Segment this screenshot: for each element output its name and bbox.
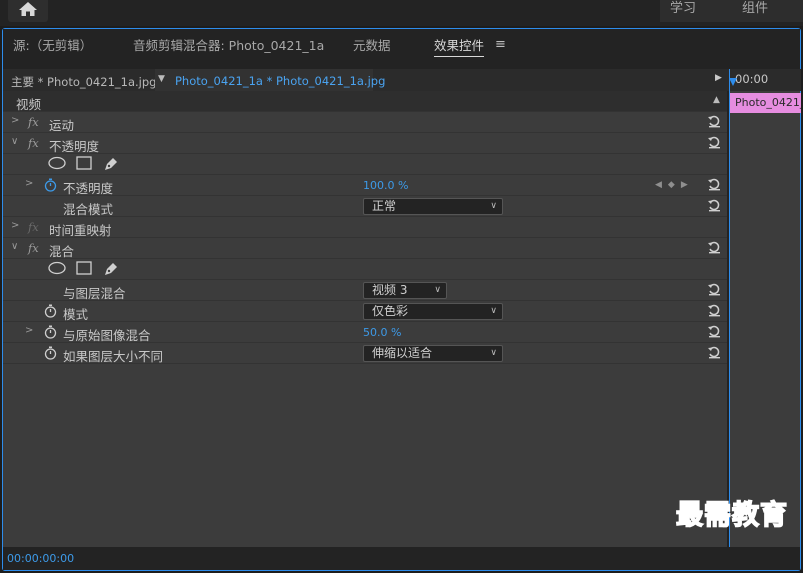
fx-icon[interactable]: fx bbox=[28, 136, 39, 150]
collapse-up-icon[interactable]: ▲ bbox=[713, 95, 720, 105]
home-button[interactable] bbox=[8, 0, 48, 22]
timeline-clip[interactable]: Photo_0421_1a bbox=[730, 93, 801, 113]
effect-controls-panel: 源:（无剪辑） 音频剪辑混合器: Photo_0421_1a 元数据 效果控件 … bbox=[2, 28, 801, 571]
param-blend-layer-label: 与图层混合 bbox=[63, 286, 126, 301]
mask-tools-blend bbox=[3, 259, 727, 280]
effect-motion-label: 运动 bbox=[49, 118, 75, 133]
chevron-down-icon[interactable]: ∨ bbox=[11, 241, 18, 252]
reset-icon[interactable] bbox=[707, 114, 721, 128]
effect-row-blend[interactable]: ∨ fx 混合 bbox=[3, 238, 727, 259]
reset-icon[interactable] bbox=[707, 345, 721, 359]
home-icon bbox=[19, 2, 37, 16]
section-video-label: 视频 bbox=[16, 97, 42, 112]
stopwatch-icon[interactable] bbox=[44, 346, 57, 360]
effect-row-time-remap[interactable]: > fx 时间重映射 bbox=[3, 217, 727, 238]
chevron-down-icon: ∨ bbox=[434, 285, 441, 295]
mode-select-value: 仅色彩 bbox=[372, 304, 409, 318]
chevron-down-icon: ∨ bbox=[490, 201, 497, 211]
param-opacity-label: 不透明度 bbox=[63, 181, 114, 196]
blend-mode-select[interactable]: 正常 ∨ bbox=[363, 198, 503, 215]
chevron-right-icon[interactable]: > bbox=[25, 325, 33, 336]
timeline-timecode: 00:00 bbox=[735, 72, 769, 86]
effect-row-opacity[interactable]: ∨ fx 不透明度 bbox=[3, 133, 727, 154]
chevron-right-icon[interactable]: > bbox=[25, 178, 33, 189]
effect-blend-label: 混合 bbox=[49, 244, 75, 259]
param-row-mode[interactable]: 模式 仅色彩 ∨ bbox=[3, 301, 727, 322]
section-video[interactable]: 视频 ▲ bbox=[3, 91, 727, 112]
reset-icon[interactable] bbox=[707, 135, 721, 149]
panel-footer: 00:00:00:00 bbox=[3, 547, 800, 570]
param-row-opacity[interactable]: > 不透明度 100.0 % ◀◆▶ bbox=[3, 175, 727, 196]
stopwatch-icon[interactable] bbox=[44, 325, 57, 339]
tab-audio-clip-mixer[interactable]: 音频剪辑混合器: Photo_0421_1a bbox=[133, 35, 324, 54]
effects-list: 主要 * Photo_0421_1a.jpg ▼ Photo_0421_1a *… bbox=[3, 69, 800, 547]
pen-mask-icon[interactable] bbox=[103, 156, 119, 175]
timeline-ruler[interactable]: ▶ 00:00 bbox=[715, 69, 801, 91]
param-row-layer-size[interactable]: 如果图层大小不同 伸缩以适合 ∨ bbox=[3, 343, 727, 364]
chevron-right-icon[interactable]: > bbox=[11, 220, 19, 231]
layer-size-select[interactable]: 伸缩以适合 ∨ bbox=[363, 345, 503, 362]
workspace-bar: 学习 组件 bbox=[0, 0, 803, 26]
pen-mask-icon[interactable] bbox=[103, 261, 119, 280]
keyframe-navigator[interactable]: ◀◆▶ bbox=[655, 180, 694, 190]
stopwatch-icon[interactable] bbox=[44, 304, 57, 318]
clip-header: 主要 * Photo_0421_1a.jpg ▼ Photo_0421_1a *… bbox=[3, 69, 800, 91]
panel-menu-icon[interactable]: ≡ bbox=[495, 37, 506, 52]
chevron-down-icon: ∨ bbox=[490, 348, 497, 358]
param-blend-mode-label: 混合模式 bbox=[63, 202, 114, 217]
footer-timecode[interactable]: 00:00:00:00 bbox=[7, 552, 74, 565]
param-row-blend-layer[interactable]: 与图层混合 视频 3 ∨ bbox=[3, 280, 727, 301]
fx-icon[interactable]: fx bbox=[28, 241, 39, 255]
reset-icon[interactable] bbox=[707, 177, 721, 191]
effect-time-remap-label: 时间重映射 bbox=[49, 223, 112, 238]
effect-opacity-label: 不透明度 bbox=[49, 139, 100, 154]
reset-icon[interactable] bbox=[707, 198, 721, 212]
effect-row-motion[interactable]: > fx 运动 bbox=[3, 112, 727, 133]
param-mode-label: 模式 bbox=[63, 307, 89, 322]
layer-size-select-value: 伸缩以适合 bbox=[372, 346, 433, 360]
ellipse-mask-icon[interactable] bbox=[48, 261, 66, 278]
fx-icon-disabled: fx bbox=[28, 220, 39, 234]
param-row-blend-mode[interactable]: 混合模式 正常 ∨ bbox=[3, 196, 727, 217]
reset-icon[interactable] bbox=[707, 240, 721, 254]
stopwatch-icon-active[interactable] bbox=[44, 178, 57, 192]
watermark-logo: 最需教育 bbox=[675, 499, 788, 532]
blend-layer-select-value: 视频 3 bbox=[372, 283, 408, 297]
reset-icon[interactable] bbox=[707, 303, 721, 317]
master-clip-tab[interactable]: 主要 * Photo_0421_1a.jpg bbox=[11, 74, 156, 90]
blend-original-value[interactable]: 50.0 % bbox=[363, 326, 401, 339]
chevron-right-icon[interactable]: > bbox=[11, 115, 19, 126]
chevron-down-icon[interactable]: ▼ bbox=[158, 74, 165, 84]
param-blend-original-label: 与原始图像混合 bbox=[63, 328, 151, 343]
blend-layer-select[interactable]: 视频 3 ∨ bbox=[363, 282, 447, 299]
param-row-blend-original[interactable]: > 与原始图像混合 50.0 % bbox=[3, 322, 727, 343]
mask-tools-opacity bbox=[3, 154, 727, 175]
opacity-value[interactable]: 100.0 % bbox=[363, 179, 408, 192]
mode-select[interactable]: 仅色彩 ∨ bbox=[363, 303, 503, 320]
tab-metadata[interactable]: 元数据 bbox=[353, 35, 391, 54]
ellipse-mask-icon[interactable] bbox=[48, 156, 66, 173]
reset-icon[interactable] bbox=[707, 282, 721, 296]
rectangle-mask-icon[interactable] bbox=[76, 261, 92, 278]
playhead-marker[interactable] bbox=[729, 78, 737, 86]
workspace-tabs: 学习 组件 bbox=[660, 0, 803, 22]
blend-mode-select-value: 正常 bbox=[372, 199, 397, 213]
param-layer-size-label: 如果图层大小不同 bbox=[63, 349, 164, 364]
chevron-down-icon[interactable]: ∨ bbox=[11, 136, 18, 147]
mini-timeline[interactable]: ▶ 00:00 Photo_0421_1a bbox=[715, 69, 801, 547]
workspace-tab-assembly[interactable]: 组件 bbox=[742, 0, 768, 16]
chevron-down-icon: ∨ bbox=[490, 306, 497, 316]
selected-clip-tab[interactable]: Photo_0421_1a * Photo_0421_1a.jpg bbox=[175, 74, 385, 88]
play-icon[interactable]: ▶ bbox=[715, 73, 722, 83]
rectangle-mask-icon[interactable] bbox=[76, 156, 92, 173]
fx-icon[interactable]: fx bbox=[28, 115, 39, 129]
panel-tab-bar: 源:（无剪辑） 音频剪辑混合器: Photo_0421_1a 元数据 效果控件 … bbox=[3, 29, 800, 65]
reset-icon[interactable] bbox=[707, 324, 721, 338]
tab-source[interactable]: 源:（无剪辑） bbox=[13, 35, 92, 54]
workspace-tab-learn[interactable]: 学习 bbox=[670, 0, 696, 16]
tab-effect-controls[interactable]: 效果控件 bbox=[434, 35, 485, 57]
